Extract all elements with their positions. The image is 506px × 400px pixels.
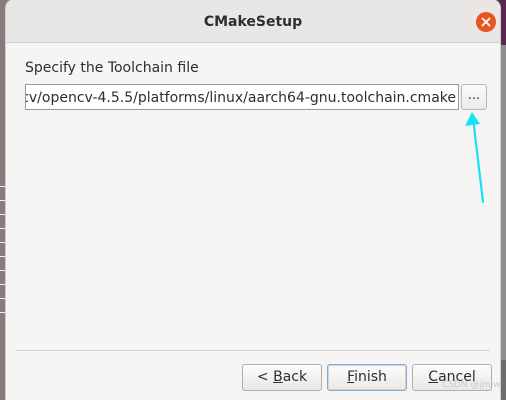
- back-button-prefix: <: [256, 369, 274, 385]
- back-button-label: ack: [282, 369, 308, 385]
- back-button[interactable]: < Back: [242, 364, 322, 391]
- title-bar[interactable]: CMakeSetup: [6, 0, 500, 43]
- close-icon: [481, 17, 491, 27]
- separator: [16, 350, 490, 351]
- watermark: CSDN @jmiw: [442, 380, 501, 390]
- back-button-mnemonic: B: [273, 369, 283, 385]
- toolchain-path-input[interactable]: ncv/opencv-4.5.5/platforms/linux/aarch64…: [25, 84, 459, 110]
- close-button[interactable]: [476, 12, 496, 32]
- cancel-button-mnemonic: C: [428, 369, 439, 385]
- arrow-annotation-icon: [465, 112, 485, 204]
- window-title: CMakeSetup: [203, 14, 303, 30]
- finish-button[interactable]: Finish: [327, 364, 407, 391]
- toolchain-path-value: ncv/opencv-4.5.5/platforms/linux/aarch64…: [25, 90, 456, 106]
- toolchain-label: Specify the Toolchain file: [25, 60, 199, 76]
- cmake-setup-dialog: CMakeSetup Specify the Toolchain file nc…: [6, 0, 500, 400]
- finish-button-label: inish: [354, 369, 387, 385]
